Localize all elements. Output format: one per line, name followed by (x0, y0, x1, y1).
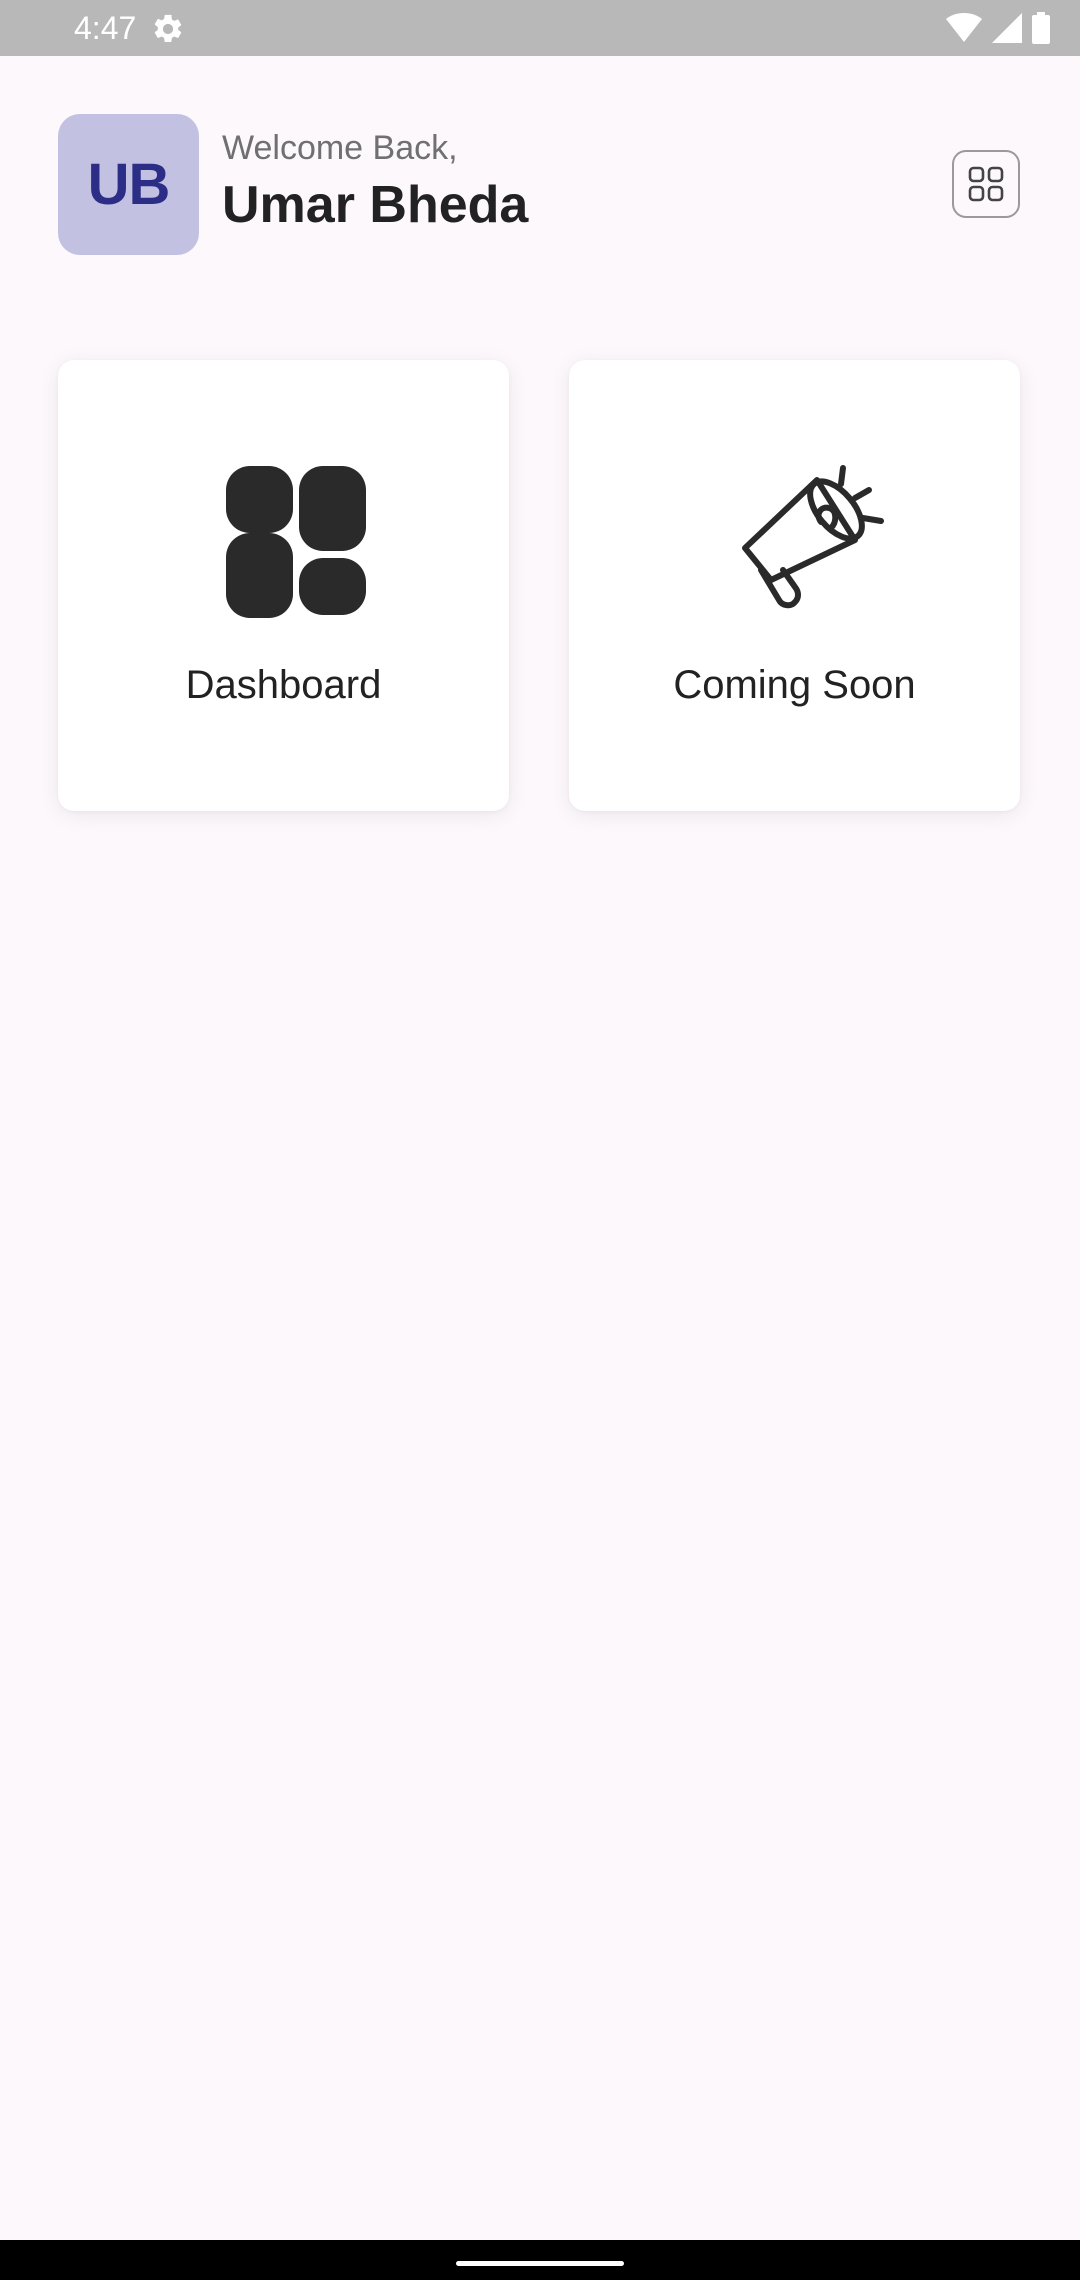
status-time: 4:47 (74, 10, 137, 46)
status-bar: 4:47 (0, 0, 1080, 56)
grid-icon (968, 166, 1004, 202)
megaphone-icon (741, 465, 884, 609)
system-nav-bar (0, 2240, 1080, 2280)
card-label-coming-soon: Coming Soon (673, 663, 916, 707)
status-icons (946, 11, 1050, 45)
coming-soon-card[interactable]: Coming Soon (569, 360, 1020, 811)
dashboard-icon (225, 466, 366, 618)
avatar-initials: UB (87, 152, 171, 217)
user-name: Umar Bheda (222, 176, 529, 234)
settings-icon (154, 14, 182, 43)
battery-icon (1032, 12, 1050, 44)
wifi-icon (946, 13, 982, 42)
signal-icon (992, 13, 1022, 43)
home-gesture-handle[interactable] (456, 2261, 624, 2266)
dashboard-card[interactable]: Dashboard (58, 360, 509, 811)
card-label-dashboard: Dashboard (185, 663, 382, 707)
menu-grid-button[interactable] (952, 150, 1020, 218)
welcome-text: Welcome Back, (222, 129, 458, 167)
avatar[interactable]: UB (58, 114, 199, 255)
